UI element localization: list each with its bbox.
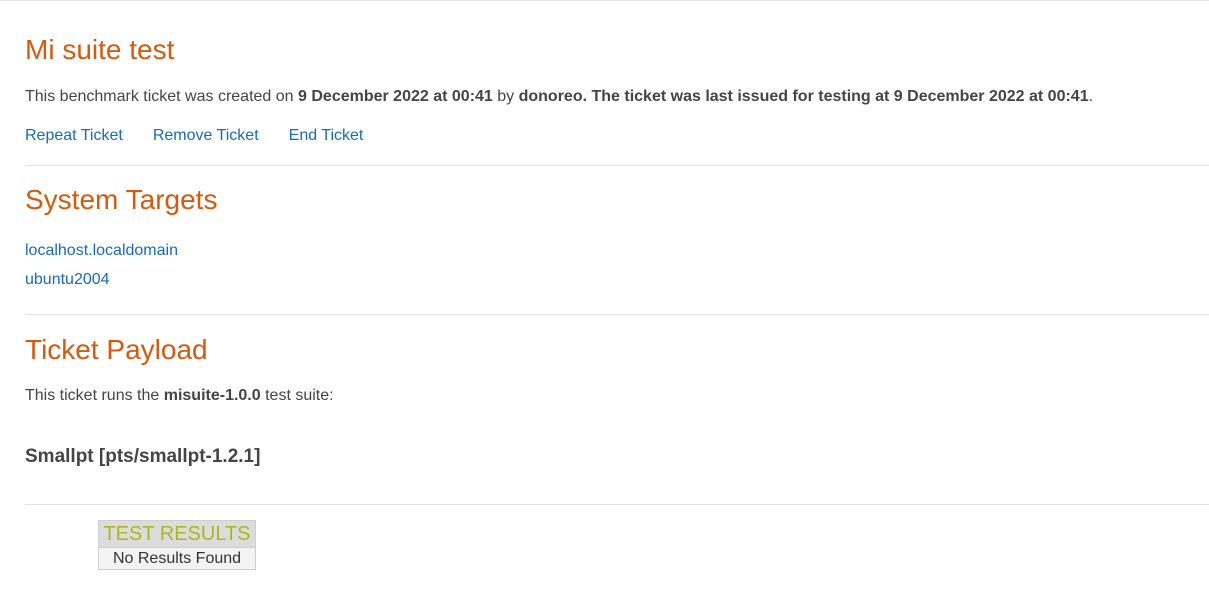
repeat-ticket-link[interactable]: Repeat Ticket (25, 127, 123, 144)
section-divider (25, 314, 1209, 315)
target-link-ubuntu2004[interactable]: ubuntu2004 (25, 265, 178, 294)
created-date: 9 December 2022 at 00:41 (298, 88, 493, 105)
desc-by: by (492, 88, 519, 105)
suite-name: misuite-1.0.0 (163, 387, 261, 404)
target-link-localhost[interactable]: localhost.localdomain (25, 236, 178, 265)
section-divider (25, 165, 1209, 166)
test-name: Smallpt [pts/smallpt-1.2.1] (25, 446, 261, 467)
creator-name: donoreo. (518, 88, 588, 105)
end-ticket-link[interactable]: End Ticket (289, 127, 364, 144)
remove-ticket-link[interactable]: Remove Ticket (153, 127, 259, 144)
issued-text: The ticket was last issued for testing a… (587, 88, 894, 105)
top-divider (0, 0, 1209, 1)
test-results-heading: TEST RESULTS (98, 520, 256, 547)
test-results-box: TEST RESULTS No Results Found (98, 520, 256, 570)
desc-suffix: . (1088, 88, 1094, 105)
system-targets-heading: System Targets (25, 184, 218, 215)
ticket-payload-heading: Ticket Payload (25, 334, 208, 365)
desc-prefix: This benchmark ticket was created on (25, 88, 299, 105)
payload-desc-suffix: test suite: (260, 387, 334, 404)
no-results-message: No Results Found (98, 547, 256, 570)
ticket-actions: Repeat Ticket Remove Ticket End Ticket (25, 126, 393, 146)
page-title: Mi suite test (25, 34, 175, 65)
payload-desc-prefix: This ticket runs the (25, 387, 164, 404)
section-divider (25, 504, 1209, 505)
issued-date: 9 December 2022 at 00:41 (893, 88, 1089, 105)
payload-description: This ticket runs the misuite-1.0.0 test … (25, 386, 334, 406)
system-targets-list: localhost.localdomain ubuntu2004 (25, 236, 178, 294)
ticket-description: This benchmark ticket was created on 9 D… (25, 87, 1093, 107)
